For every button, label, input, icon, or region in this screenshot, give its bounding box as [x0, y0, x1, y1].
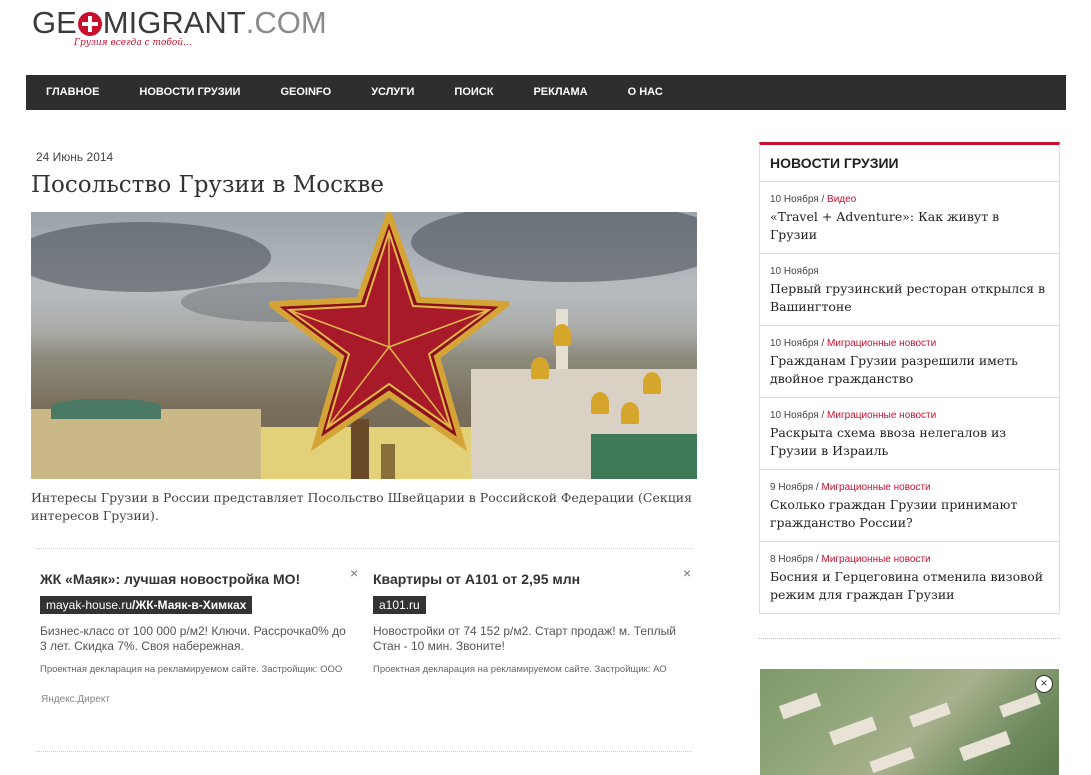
dome-shape [531, 357, 549, 379]
sidebar-divider [759, 638, 1060, 639]
news-title[interactable]: Гражданам Грузии разрешили иметь двойное… [770, 352, 1049, 388]
logo-part-migrant: MIGRANT [102, 5, 246, 40]
aerial-building-shape [869, 746, 915, 774]
news-meta: 10 Ноября / Видео [770, 194, 857, 205]
nav-item-about[interactable]: О нас [608, 75, 683, 110]
news-category[interactable]: Видео [827, 194, 856, 205]
dome-shape [643, 372, 661, 394]
news-date: 10 Ноября [770, 266, 819, 277]
logo-wordmark: GE MIGRANT .COM [32, 6, 327, 40]
close-icon[interactable]: × [1035, 675, 1053, 693]
building-shape [31, 409, 261, 479]
aerial-building-shape [778, 692, 822, 720]
close-icon[interactable]: × [350, 565, 358, 581]
article-title: Посольство Грузии в Москве [31, 172, 384, 198]
main-nav: Главное Новости Грузии GEOINFO Услуги По… [26, 75, 1066, 110]
aerial-building-shape [828, 716, 878, 746]
nav-item-services[interactable]: Услуги [351, 75, 434, 110]
article-date: 24 Июнь 2014 [36, 150, 114, 164]
news-title[interactable]: Раскрыта схема ввоза нелегалов из Грузии… [770, 424, 1049, 460]
ad-disclaimer: Проектная декларация на рекламируемом са… [40, 664, 343, 675]
widget-title: Новости Грузии [760, 145, 1059, 182]
article-caption: Интересы Грузии в России представляет По… [31, 490, 692, 523]
ad-url-path: /ЖК-Маяк-в-Химках [132, 598, 247, 612]
article: 24 Июнь 2014 Посольство Грузии в Москве … [31, 150, 697, 525]
news-date: 10 Ноября [770, 194, 819, 205]
ads-block: ЖК «Маяк»: лучшая новостройка МО! mayak-… [36, 548, 692, 752]
star-stem-shape [381, 444, 395, 479]
nav-item-geoinfo[interactable]: GEOINFO [260, 75, 351, 110]
news-date: 8 Ноября [770, 554, 814, 565]
close-icon[interactable]: × [683, 565, 691, 581]
ad-url[interactable]: a101.ru [373, 596, 426, 614]
dome-shape [591, 392, 609, 414]
aerial-building-shape [909, 702, 951, 728]
news-meta: 10 Ноября / Миграционные новости [770, 410, 937, 421]
news-meta: 8 Ноября / Миграционные новости [770, 554, 931, 565]
dome-shape [553, 324, 571, 346]
ad-text: Бизнес-класс от 100 000 р/м2! Ключи. Рас… [40, 624, 346, 653]
dome-shape [621, 402, 639, 424]
ad-disclaimer: Проектная декларация на рекламируемом са… [373, 664, 667, 675]
nav-item-advertising[interactable]: Реклама [513, 75, 607, 110]
ad-item[interactable]: ЖК «Маяк»: лучшая новостройка МО! mayak-… [40, 565, 358, 675]
news-title[interactable]: Первый грузинский ресторан открылся в Ва… [770, 280, 1049, 316]
news-item[interactable]: 10 Ноября / Миграционные новости Раскрыт… [760, 398, 1059, 470]
news-date: 10 Ноября [770, 410, 819, 421]
ad-url-domain: mayak-house.ru [46, 598, 133, 612]
news-title[interactable]: Сколько граждан Грузии принимают граждан… [770, 496, 1049, 532]
news-meta: 10 Ноября / Миграционные новости [770, 338, 937, 349]
article-hero-image [31, 212, 697, 479]
news-meta: 9 Ноября / Миграционные новости [770, 482, 931, 493]
sidebar-banner-image[interactable]: × [760, 669, 1059, 775]
kremlin-star-icon [269, 212, 509, 452]
news-date: 10 Ноября [770, 338, 819, 349]
news-title[interactable]: Босния и Герцеговина отменила визовой ре… [770, 568, 1049, 604]
news-item[interactable]: 10 Ноября Первый грузинский ресторан отк… [760, 254, 1059, 326]
news-meta: 10 Ноября [770, 266, 1049, 277]
news-category[interactable]: Миграционные новости [827, 338, 936, 349]
logo-part-ge: GE [32, 5, 77, 40]
sidebar: Новости Грузии 10 Ноября / Видео «Travel… [759, 142, 1060, 614]
news-item[interactable]: 8 Ноября / Миграционные новости Босния и… [760, 542, 1059, 613]
logo-part-com: .COM [245, 5, 327, 40]
ad-text: Новостройки от 74 152 р/м2. Старт продаж… [373, 624, 676, 653]
news-widget: Новости Грузии 10 Ноября / Видео «Travel… [759, 142, 1060, 614]
aerial-building-shape [999, 692, 1041, 718]
ads-provider-label[interactable]: Яндекс.Директ [41, 694, 110, 705]
nav-item-georgia-news[interactable]: Новости Грузии [119, 75, 260, 110]
news-title[interactable]: «Travel + Adventure»: Как живут в Грузии [770, 208, 1049, 244]
news-category[interactable]: Миграционные новости [821, 482, 930, 493]
news-date: 9 Ноября [770, 482, 814, 493]
news-item[interactable]: 9 Ноября / Миграционные новости Сколько … [760, 470, 1059, 542]
ad-url[interactable]: mayak-house.ru/ЖК-Маяк-в-Химках [40, 596, 253, 614]
ad-title[interactable]: ЖК «Маяк»: лучшая новостройка МО! [40, 571, 355, 587]
news-category[interactable]: Миграционные новости [821, 554, 930, 565]
aerial-building-shape [959, 730, 1011, 762]
building-shape [51, 399, 161, 419]
building-shape [591, 434, 697, 479]
ad-item[interactable]: Квартиры от А101 от 2,95 млн a101.ru Нов… [373, 565, 691, 675]
news-category[interactable]: Миграционные новости [827, 410, 936, 421]
cloud-shape [31, 222, 271, 292]
ad-url-domain: a101.ru [379, 598, 420, 612]
site-logo[interactable]: GE MIGRANT .COM Грузия всегда с тобой... [32, 6, 327, 49]
nav-item-home[interactable]: Главное [26, 75, 119, 110]
news-item[interactable]: 10 Ноября / Миграционные новости Граждан… [760, 326, 1059, 398]
news-item[interactable]: 10 Ноября / Видео «Travel + Adventure»: … [760, 182, 1059, 254]
georgian-cross-icon [77, 12, 102, 36]
ad-title[interactable]: Квартиры от А101 от 2,95 млн [373, 571, 688, 587]
nav-item-search[interactable]: Поиск [434, 75, 513, 110]
